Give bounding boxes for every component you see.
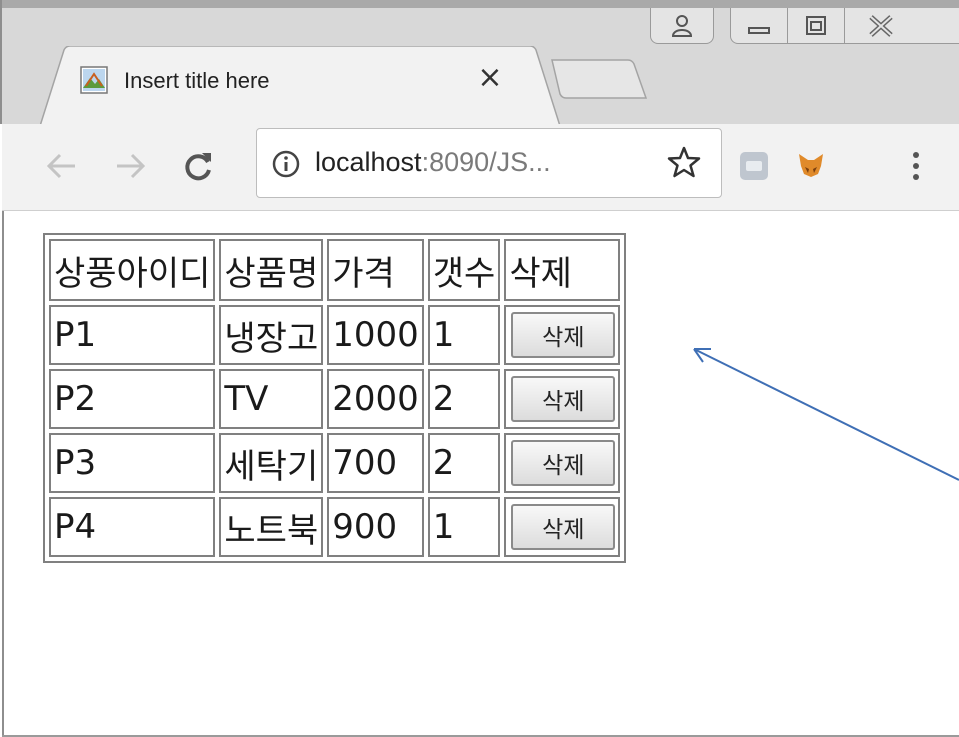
cell-product-name: 냉장고 [219, 305, 324, 365]
tab-strip: Insert title here × [0, 0, 959, 127]
cell-delete: 삭제 [504, 433, 621, 493]
delete-button[interactable]: 삭제 [511, 440, 616, 486]
person-icon [671, 14, 693, 37]
header-product-id: 상풍아이디 [49, 239, 216, 301]
tab-title: Insert title here [124, 68, 270, 93]
close-window-button[interactable] [844, 8, 959, 44]
profile-button[interactable] [650, 8, 714, 44]
address-bar[interactable]: localhost:8090/JS... [256, 128, 722, 198]
cell-price: 2000 [327, 369, 424, 429]
forward-button[interactable] [110, 146, 150, 186]
product-table: 상풍아이디 상품명 가격 갯수 삭제 P1 냉장고 1000 1 삭제 P2 T… [43, 233, 627, 563]
cell-price: 1000 [327, 305, 424, 365]
star-icon[interactable] [667, 145, 701, 179]
close-icon [868, 14, 893, 37]
header-delete: 삭제 [504, 239, 621, 301]
info-icon[interactable] [271, 149, 301, 179]
header-quantity: 갯수 [427, 239, 501, 301]
cell-quantity: 1 [427, 305, 501, 365]
header-price: 가격 [327, 239, 424, 301]
table-row: P4 노트북 900 1 삭제 [49, 497, 621, 557]
cell-quantity: 2 [427, 369, 501, 429]
cell-delete: 삭제 [504, 497, 621, 557]
cell-product-id: P1 [49, 305, 216, 365]
vertical-dots-icon[interactable] [906, 148, 926, 184]
page-favicon-icon [80, 66, 108, 94]
cell-product-name: TV [219, 369, 324, 429]
table-row: P1 냉장고 1000 1 삭제 [49, 305, 621, 365]
cell-product-name: 세탁기 [219, 433, 324, 493]
maximize-icon [806, 15, 826, 35]
url-text[interactable]: localhost:8090/JS... [315, 147, 551, 178]
minimize-button[interactable] [730, 8, 788, 44]
new-tab-button[interactable] [550, 58, 648, 100]
cell-delete: 삭제 [504, 369, 621, 429]
maximize-button[interactable] [787, 8, 845, 44]
reload-icon [185, 153, 211, 181]
cell-quantity: 1 [427, 497, 501, 557]
back-arrow-icon [46, 153, 75, 179]
cell-product-id: P4 [49, 497, 216, 557]
cell-price: 700 [327, 433, 424, 493]
delete-button[interactable]: 삭제 [511, 312, 616, 358]
delete-button[interactable]: 삭제 [511, 376, 616, 422]
back-button[interactable] [42, 146, 82, 186]
url-path: :8090/JS... [421, 147, 551, 177]
table-row: P2 TV 2000 2 삭제 [49, 369, 621, 429]
cell-product-id: P3 [49, 433, 216, 493]
cell-product-name: 노트북 [219, 497, 324, 557]
browser-tab[interactable]: Insert title here × [40, 46, 562, 128]
url-host: localhost [315, 147, 422, 177]
forward-arrow-icon [117, 153, 146, 179]
reload-button[interactable] [178, 146, 218, 186]
header-product-name: 상품명 [219, 239, 324, 301]
cell-product-id: P2 [49, 369, 216, 429]
table-row: P3 세탁기 700 2 삭제 [49, 433, 621, 493]
cell-price: 900 [327, 497, 424, 557]
minimize-icon [748, 26, 770, 34]
cell-delete: 삭제 [504, 305, 621, 365]
extension-icon[interactable] [738, 150, 770, 182]
page-content: 상풍아이디 상품명 가격 갯수 삭제 P1 냉장고 1000 1 삭제 P2 T… [2, 211, 959, 737]
tab-close-icon[interactable]: × [472, 60, 508, 96]
cell-quantity: 2 [427, 433, 501, 493]
fox-extension-icon[interactable] [796, 150, 826, 180]
browser-toolbar: localhost:8090/JS... [2, 124, 959, 211]
table-header-row: 상풍아이디 상품명 가격 갯수 삭제 [49, 239, 621, 301]
delete-button[interactable]: 삭제 [511, 504, 616, 550]
